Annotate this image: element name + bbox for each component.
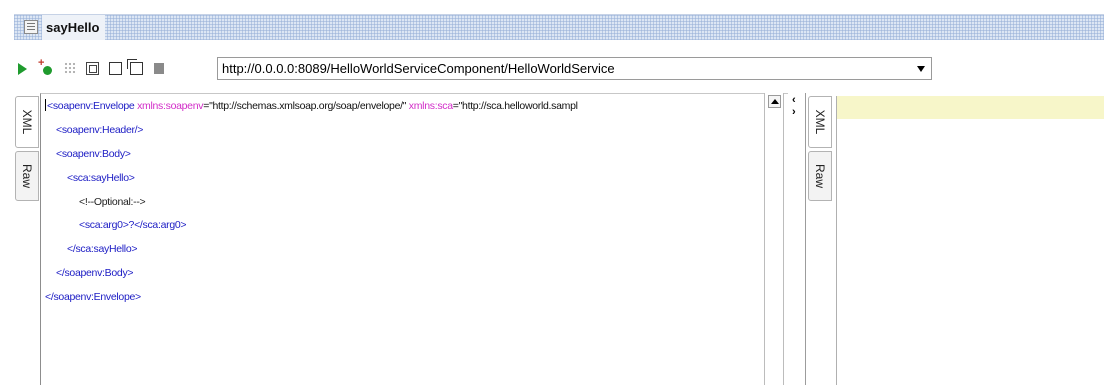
scroll-up-icon[interactable]	[768, 95, 781, 108]
window-title: sayHello	[42, 15, 106, 40]
code-line: <soapenv:Header/>	[56, 123, 144, 136]
code-line: </soapenv:Body>	[56, 267, 134, 280]
collapse-right-icon[interactable]: ›	[792, 107, 796, 118]
code-line: <soapenv:Envelope xmlns:soapenv="http://…	[45, 99, 578, 112]
code-line: </sca:sayHello>	[67, 243, 138, 256]
stop-icon[interactable]	[154, 63, 164, 74]
single-view-icon[interactable]	[109, 62, 122, 75]
code-line: <sca:sayHello>	[67, 171, 135, 184]
request-toolbar: + http://0.0.0.0:8089/HelloWorldServiceC…	[14, 56, 1104, 82]
tab-request-xml-label: XML	[20, 109, 34, 135]
request-xml-editor[interactable]: <soapenv:Envelope xmlns:soapenv="http://…	[40, 93, 788, 385]
split-view-icon[interactable]	[86, 62, 99, 75]
copy-icon[interactable]	[127, 59, 143, 75]
code-line: <sca:arg0>?</sca:arg0>	[79, 219, 187, 232]
play-icon[interactable]	[18, 63, 27, 75]
response-xml-editor[interactable]	[836, 96, 1104, 385]
endpoint-url-select[interactable]: http://0.0.0.0:8089/HelloWorldServiceCom…	[217, 57, 932, 80]
request-title-bar: sayHello	[14, 14, 1104, 40]
current-line-highlight	[837, 96, 1104, 119]
add-request-icon[interactable]: +	[38, 57, 53, 75]
tab-response-xml-label: XML	[813, 109, 827, 135]
tab-request-xml[interactable]: XML	[15, 96, 39, 148]
text-caret	[45, 99, 46, 111]
chevron-down-icon[interactable]	[917, 66, 925, 72]
tab-response-xml[interactable]: XML	[808, 96, 832, 148]
code-comment: <!--Optional:-->	[79, 195, 146, 208]
document-icon	[24, 20, 38, 34]
xml-code: <soapenv:Envelope xmlns:soapenv="http://…	[45, 97, 765, 312]
code-line: <soapenv:Body>	[56, 147, 131, 160]
code-line: </soapenv:Envelope>	[45, 291, 141, 304]
endpoint-url-value: http://0.0.0.0:8089/HelloWorldServiceCom…	[222, 61, 615, 76]
tab-response-raw[interactable]: Raw	[808, 151, 832, 201]
collapse-left-icon[interactable]: ‹	[792, 95, 796, 106]
tab-response-raw-label: Raw	[813, 163, 827, 189]
grid-icon[interactable]	[64, 62, 77, 75]
editor-scrollbar[interactable]	[764, 93, 784, 385]
tab-request-raw[interactable]: Raw	[15, 151, 39, 201]
pane-splitter[interactable]: ‹ ›	[788, 93, 806, 385]
tab-request-raw-label: Raw	[20, 163, 34, 189]
